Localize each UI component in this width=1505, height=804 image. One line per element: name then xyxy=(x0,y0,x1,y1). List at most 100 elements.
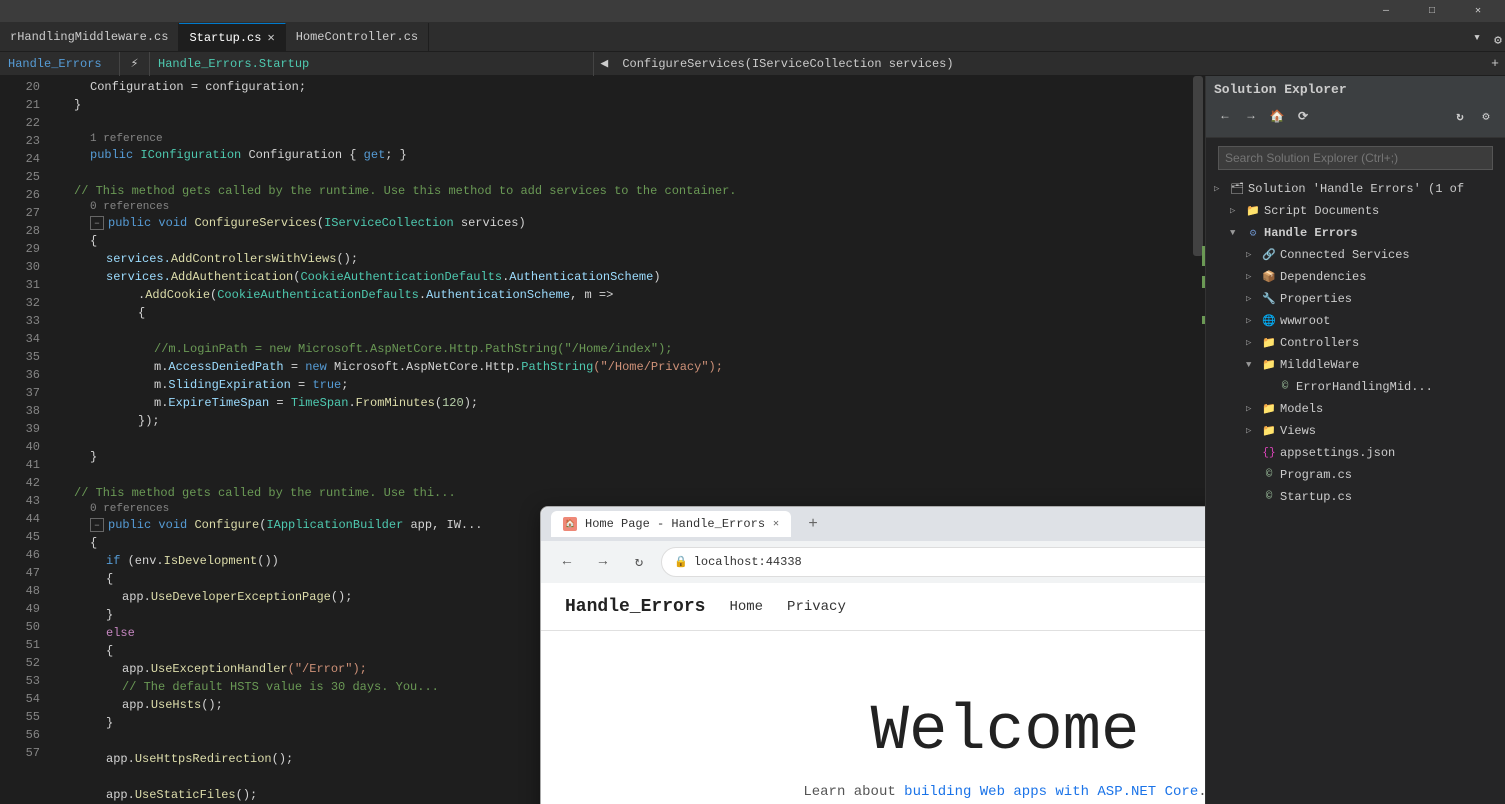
tab-overflow-button[interactable]: ▾ xyxy=(1467,23,1487,51)
se-tree-label: Views xyxy=(1280,424,1505,438)
code-token: app. xyxy=(122,660,151,678)
code-line[interactable]: // This method gets called by the runtim… xyxy=(50,182,1191,200)
code-line[interactable]: { xyxy=(50,304,1191,322)
se-tree-item-wwwroot[interactable]: ▷🌐wwwroot xyxy=(1206,310,1505,332)
maximize-button[interactable]: □ xyxy=(1409,0,1455,22)
code-line[interactable]: // This method gets called by the runtim… xyxy=(50,484,1191,502)
code-token: { xyxy=(138,304,145,322)
line-number: 50 xyxy=(0,618,40,636)
browser-new-tab-button[interactable]: + xyxy=(799,510,827,538)
code-line[interactable]: } xyxy=(50,96,1191,114)
code-line[interactable]: Configuration = configuration; xyxy=(50,78,1191,96)
code-token: else xyxy=(106,624,135,642)
se-tree-item-views[interactable]: ▷📁Views xyxy=(1206,420,1505,442)
se-tree-item-models[interactable]: ▷📁Models xyxy=(1206,398,1505,420)
line-number: 53 xyxy=(0,672,40,690)
code-line[interactable]: .AddCookie(CookieAuthenticationDefaults.… xyxy=(50,286,1191,304)
code-token: //m.LoginPath = xyxy=(154,340,269,358)
se-home-button[interactable]: 🏠 xyxy=(1266,105,1288,127)
browser-refresh-button[interactable]: ↻ xyxy=(625,548,653,576)
code-line[interactable]: public IConfiguration Configuration { ge… xyxy=(50,146,1191,164)
browser-favicon: 🏠 xyxy=(563,517,577,531)
se-tree-item-properties[interactable]: ▷🔧Properties xyxy=(1206,288,1505,310)
fold-button[interactable]: − xyxy=(90,518,104,532)
solution-icon: 🗂 xyxy=(1229,181,1245,197)
se-tree-arrow: ▷ xyxy=(1246,294,1258,304)
code-line[interactable] xyxy=(50,430,1191,448)
se-settings-button[interactable]: ⚙ xyxy=(1475,105,1497,127)
se-tree-item-handle-errors[interactable]: ▼⚙Handle Errors xyxy=(1206,222,1505,244)
code-line[interactable]: }); xyxy=(50,412,1191,430)
tab-label: rHandlingMiddleware.cs xyxy=(10,30,168,44)
se-tree-item-appsettingsjson[interactable]: {}appsettings.json xyxy=(1206,442,1505,464)
search-solution-explorer-input[interactable] xyxy=(1218,146,1493,170)
code-token: , m => xyxy=(570,286,613,304)
code-token: = xyxy=(284,358,306,376)
code-line[interactable]: m.ExpireTimeSpan = TimeSpan.FromMinutes(… xyxy=(50,394,1191,412)
gear-icon[interactable]: ⚙ xyxy=(1491,29,1505,51)
se-tree-item-script-documents[interactable]: ▷📁Script Documents xyxy=(1206,200,1505,222)
se-tree-item-controllers[interactable]: ▷📁Controllers xyxy=(1206,332,1505,354)
se-refresh-button[interactable]: ↻ xyxy=(1449,105,1471,127)
code-line[interactable]: services.AddControllersWithViews(); xyxy=(50,250,1191,268)
browser-back-button[interactable]: ← xyxy=(553,548,581,576)
code-line[interactable]: m.SlidingExpiration = true; xyxy=(50,376,1191,394)
se-sync-button[interactable]: ⟳ xyxy=(1292,105,1314,127)
nav-handle-errors[interactable]: Handle_Errors xyxy=(0,52,120,76)
se-tree-arrow: ▷ xyxy=(1246,316,1258,326)
se-tree-item-connected-services[interactable]: ▷🔗Connected Services xyxy=(1206,244,1505,266)
browser-tab-close[interactable]: ✕ xyxy=(773,518,779,530)
close-button[interactable]: ✕ xyxy=(1455,0,1501,22)
se-forward-button[interactable]: → xyxy=(1240,105,1262,127)
line-number: 33 xyxy=(0,312,40,330)
se-tree-arrow: ▷ xyxy=(1246,426,1258,436)
browser-home-link[interactable]: Home xyxy=(729,599,763,615)
code-token: ( xyxy=(210,286,217,304)
se-tree-item-milddleware[interactable]: ▼📁MilddleWare xyxy=(1206,354,1505,376)
scroll-marker-2 xyxy=(1202,276,1205,288)
code-token: ; } xyxy=(385,146,407,164)
code-token: IsDevelopment xyxy=(164,552,258,570)
browser-aspnet-link[interactable]: building Web apps with ASP.NET Core xyxy=(904,784,1198,800)
line-number: 55 xyxy=(0,708,40,726)
code-token: // The default HSTS value is 30 days. Yo… xyxy=(122,678,439,696)
code-line[interactable]: ⚠//m.LoginPath = new Microsoft.AspNetCor… xyxy=(50,340,1191,358)
nav-startup[interactable]: Handle_Errors.Startup xyxy=(150,52,594,76)
scroll-thumb[interactable] xyxy=(1193,76,1203,256)
code-line[interactable]: services.AddAuthentication(CookieAuthent… xyxy=(50,268,1191,286)
tab-homecontroller[interactable]: HomeController.cs xyxy=(286,23,429,51)
code-line[interactable]: m.AccessDeniedPath = new Microsoft.AspNe… xyxy=(50,358,1191,376)
code-line[interactable] xyxy=(50,114,1191,132)
code-editor: 2021222324252627282930313233343536373839… xyxy=(0,76,1205,804)
code-token: (); xyxy=(272,750,294,768)
se-tree-item-errorhandlingmid[interactable]: ©ErrorHandlingMid... xyxy=(1206,376,1505,398)
nav-expand-icon[interactable]: + xyxy=(1485,52,1505,76)
code-line[interactable]: −public void ConfigureServices(IServiceC… xyxy=(50,214,1191,232)
se-tree-item-startupcs[interactable]: ©Startup.cs xyxy=(1206,486,1505,508)
se-tree-label: Models xyxy=(1280,402,1505,416)
code-token: = xyxy=(291,376,313,394)
se-tree-label: MilddleWare xyxy=(1280,358,1505,372)
se-back-button[interactable]: ← xyxy=(1214,105,1236,127)
code-line[interactable] xyxy=(50,466,1191,484)
tab-startup[interactable]: Startup.cs ✕ xyxy=(179,23,285,51)
tab-middleware[interactable]: rHandlingMiddleware.cs xyxy=(0,23,179,51)
code-token: if xyxy=(106,552,128,570)
se-tree-item-programcs[interactable]: ©Program.cs xyxy=(1206,464,1505,486)
browser-address-bar[interactable]: 🔒 localhost:44338 xyxy=(661,547,1205,577)
browser-forward-button[interactable]: → xyxy=(589,548,617,576)
fold-button[interactable]: − xyxy=(90,216,104,230)
code-token: // This method gets called by the runtim… xyxy=(74,484,456,502)
code-token: Configure xyxy=(194,516,259,534)
se-tree-item-dependencies[interactable]: ▷📦Dependencies xyxy=(1206,266,1505,288)
code-line[interactable]: { xyxy=(50,232,1191,250)
code-token: // This method gets called by the runtim… xyxy=(74,182,737,200)
se-tree-item-solution-handle-errors-1-of[interactable]: ▷🗂Solution 'Handle Errors' (1 of xyxy=(1206,178,1505,200)
browser-tab[interactable]: 🏠 Home Page - Handle_Errors ✕ xyxy=(551,511,791,537)
code-line[interactable] xyxy=(50,164,1191,182)
browser-privacy-link[interactable]: Privacy xyxy=(787,599,846,615)
minimize-button[interactable]: — xyxy=(1363,0,1409,22)
code-line[interactable]: } xyxy=(50,448,1191,466)
code-line[interactable] xyxy=(50,322,1191,340)
nav-configureservices[interactable]: ConfigureServices(IServiceCollection ser… xyxy=(614,52,1485,76)
